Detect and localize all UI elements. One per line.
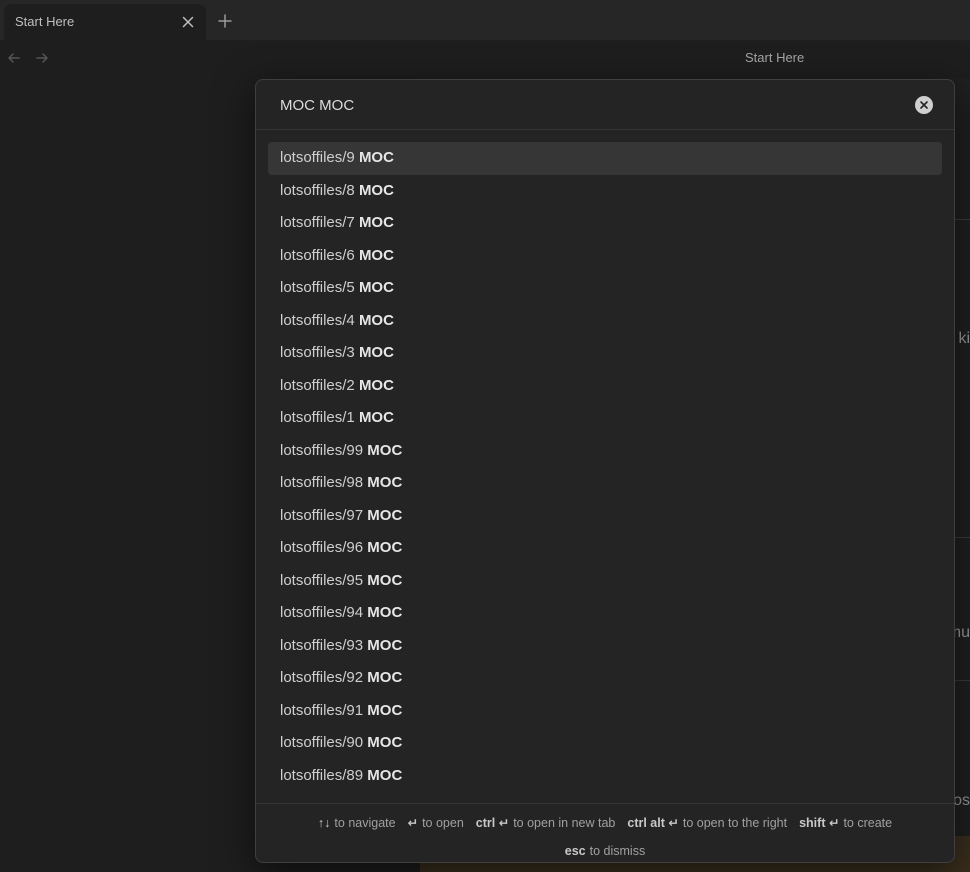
suggestion-match: MOC <box>358 214 394 231</box>
suggestion-match: MOC <box>358 246 394 264</box>
search-row <box>256 80 954 130</box>
suggestion-item[interactable]: lotsoffiles/8 MOC <box>268 175 942 208</box>
suggestion-match: MOC <box>358 311 394 329</box>
suggestion-path: lotsoffiles/6 <box>280 246 359 264</box>
instruction-key: ctrl alt ↵ <box>627 816 679 830</box>
suggestion-item[interactable]: lotsoffiles/92 MOC <box>268 662 942 695</box>
suggestion-item[interactable]: lotsoffiles/2 MOC <box>268 370 942 403</box>
tab-start-here[interactable]: Start Here <box>4 4 206 40</box>
suggestion-match: MOC <box>367 766 403 784</box>
suggestion-item[interactable]: lotsoffiles/91 MOC <box>268 695 942 728</box>
background-text: os <box>953 792 970 809</box>
instruction-item: ctrl ↵ to open in new tab <box>476 812 616 834</box>
search-input[interactable] <box>268 90 898 120</box>
instruction-key: shift ↵ <box>799 816 840 830</box>
suggestion-item[interactable]: lotsoffiles/98 MOC <box>268 467 942 500</box>
tab-bar: Start Here <box>0 0 970 40</box>
suggestion-match: MOC <box>367 701 403 719</box>
suggestion-path: lotsoffiles/4 <box>280 311 359 329</box>
view-title: Start Here <box>745 50 805 65</box>
suggestion-path: lotsoffiles/95 <box>280 571 368 589</box>
suggestion-item[interactable]: lotsoffiles/4 MOC <box>268 305 942 338</box>
instruction-key: ↵ <box>407 816 419 830</box>
suggestion-item[interactable]: lotsoffiles/3 MOC <box>268 337 942 370</box>
suggestion-item[interactable]: lotsoffiles/6 MOC <box>268 240 942 273</box>
suggestion-item[interactable]: lotsoffiles/89 MOC <box>268 760 942 793</box>
results-list: lotsoffiles/9 MOC lotsoffiles/8 MOC lotsof… <box>268 142 942 802</box>
suggestion-item[interactable]: lotsoffiles/96 MOC <box>268 532 942 565</box>
instruction-text: to open <box>422 816 464 830</box>
suggestion-item[interactable]: lotsoffiles/7 MOC <box>268 207 942 240</box>
instruction-item: ↑↓ to navigate <box>318 812 396 834</box>
suggestion-match: MOC <box>367 539 403 556</box>
suggestion-item[interactable]: lotsoffiles/95 MOC <box>268 565 942 598</box>
suggestion-item[interactable]: lotsoffiles/9 MOC <box>268 142 942 175</box>
suggestion-match: MOC <box>358 149 394 166</box>
instruction-key: esc <box>564 844 586 858</box>
instruction-text: to navigate <box>334 816 396 830</box>
suggestion-match: MOC <box>367 734 403 751</box>
suggestion-path: lotsoffiles/89 <box>280 766 368 784</box>
suggestion-match: MOC <box>367 604 403 621</box>
suggestion-match: MOC <box>367 636 403 654</box>
suggestion-match: MOC <box>358 376 394 394</box>
suggestion-path: lotsoffiles/5 <box>280 279 359 296</box>
suggestion-path: lotsoffiles/98 <box>280 474 368 491</box>
suggestion-item[interactable]: lotsoffiles/90 MOC <box>268 727 942 760</box>
suggestion-path: lotsoffiles/94 <box>280 604 368 621</box>
suggestion-item[interactable]: lotsoffiles/97 MOC <box>268 500 942 533</box>
suggestion-item[interactable]: lotsoffiles/5 MOC <box>268 272 942 305</box>
instruction-key: ↑↓ <box>317 816 331 830</box>
instruction-text: to open in new tab <box>513 816 616 830</box>
quick-switcher-modal: lotsoffiles/9 MOClotsoffiles/8 MOClotsof… <box>255 79 955 863</box>
tab-title: Start Here <box>15 14 75 29</box>
instruction-text: to create <box>843 816 893 830</box>
suggestion-match: MOC <box>367 506 403 524</box>
arrow-right-icon[interactable] <box>33 49 51 67</box>
instruction-item: ctrl alt ↵ to open to the right <box>627 812 787 834</box>
suggestion-path: lotsoffiles/90 <box>280 734 368 751</box>
suggestion-match: MOC <box>367 474 403 491</box>
background-text: ki <box>958 330 970 347</box>
suggestion-path: lotsoffiles/93 <box>280 636 368 654</box>
instruction-key: ctrl ↵ <box>475 816 510 830</box>
suggestion-item[interactable]: lotsoffiles/94 MOC <box>268 597 942 630</box>
instruction-item: ↵ to open <box>408 812 464 834</box>
suggestion-match: MOC <box>358 279 394 296</box>
suggestion-path: lotsoffiles/96 <box>280 539 368 556</box>
suggestion-path: lotsoffiles/9 <box>280 149 359 166</box>
suggestion-match: MOC <box>358 344 394 361</box>
suggestion-match: MOC <box>367 669 403 686</box>
instruction-text: to open to the right <box>682 816 788 830</box>
instructions-bar: ↑↓ to navigate ↵ to open ctrl ↵ to open in ne… <box>256 803 954 862</box>
arrow-left-icon[interactable] <box>5 49 23 67</box>
close-icon[interactable] <box>178 12 198 32</box>
suggestion-match: MOC <box>367 571 403 589</box>
instruction-text: to dismiss <box>589 844 646 858</box>
suggestion-path: lotsoffiles/99 <box>280 441 368 459</box>
instruction-item: esc to dismiss <box>565 840 645 862</box>
clear-icon[interactable] <box>915 96 933 114</box>
instruction-item: shift ↵ to create <box>799 812 892 834</box>
suggestion-item[interactable]: lotsoffiles/1 MOC <box>268 402 942 435</box>
suggestion-path: lotsoffiles/92 <box>280 669 368 686</box>
suggestion-match: MOC <box>358 409 394 426</box>
suggestion-path: lotsoffiles/3 <box>280 344 359 361</box>
suggestion-path: lotsoffiles/1 <box>280 409 359 426</box>
suggestion-path: lotsoffiles/8 <box>280 181 359 199</box>
suggestion-path: lotsoffiles/7 <box>280 214 359 231</box>
suggestion-match: MOC <box>367 441 403 459</box>
suggestion-match: MOC <box>358 181 394 199</box>
plus-icon[interactable] <box>214 10 236 32</box>
suggestion-item[interactable]: lotsoffiles/99 MOC <box>268 435 942 468</box>
suggestion-path: lotsoffiles/91 <box>280 701 368 719</box>
suggestion-item[interactable]: lotsoffiles/93 MOC <box>268 630 942 663</box>
suggestion-path: lotsoffiles/2 <box>280 376 359 394</box>
suggestion-path: lotsoffiles/97 <box>280 506 368 524</box>
